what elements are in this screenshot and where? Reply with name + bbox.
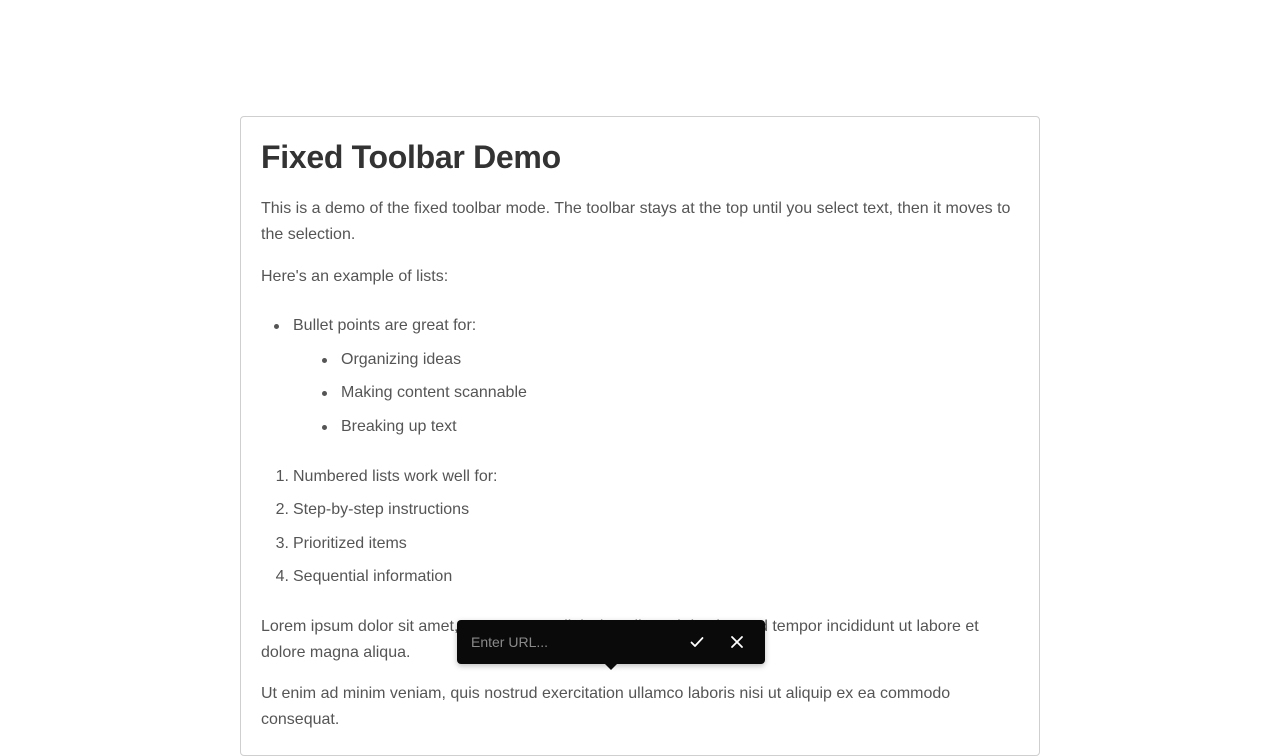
bullet-sub-item: Breaking up text xyxy=(341,418,457,435)
bullet-marker xyxy=(322,425,327,430)
close-icon xyxy=(731,636,743,648)
popover-arrow xyxy=(605,664,617,670)
list-number: 2. xyxy=(275,501,289,518)
list-number: 3. xyxy=(275,535,289,552)
numbered-list-item: Numbered lists work well for: xyxy=(293,468,498,485)
intro-paragraph: This is a demo of the fixed toolbar mode… xyxy=(261,200,1011,243)
cancel-link-button[interactable] xyxy=(725,630,749,654)
list-number: 1. xyxy=(275,468,289,485)
bullet-sub-item: Organizing ideas xyxy=(341,351,462,368)
link-popover xyxy=(457,620,765,670)
lists-intro-paragraph: Here's an example of lists: xyxy=(261,268,449,285)
bullet-marker xyxy=(274,324,279,329)
confirm-link-button[interactable] xyxy=(685,630,709,654)
check-icon xyxy=(690,637,704,647)
list-number: 4. xyxy=(275,568,289,585)
bullet-sub-item: Making content scannable xyxy=(341,384,527,401)
bullet-list-item: Bullet points are great for: xyxy=(293,317,477,334)
bullet-marker xyxy=(322,391,327,396)
document-title: Fixed Toolbar Demo xyxy=(261,139,561,175)
lorem-paragraph: Ut enim ad minim veniam, quis nostrud ex… xyxy=(261,685,951,728)
numbered-list-item: Sequential information xyxy=(293,568,453,585)
numbered-list-item: Prioritized items xyxy=(293,535,407,552)
url-input[interactable] xyxy=(465,628,665,656)
numbered-list-item: Step-by-step instructions xyxy=(293,501,470,518)
bullet-marker xyxy=(322,358,327,363)
